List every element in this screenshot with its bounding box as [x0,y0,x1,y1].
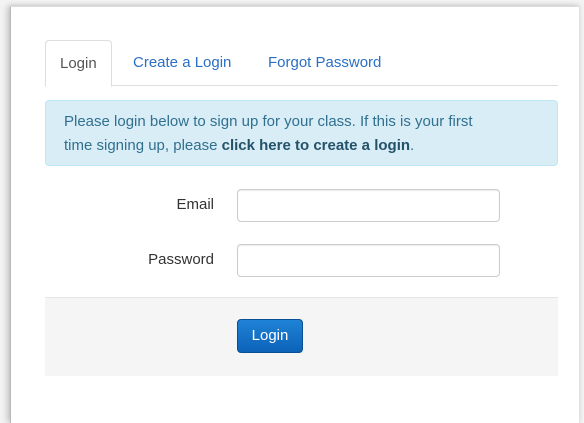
email-field[interactable] [237,189,500,222]
form-footer: Login [45,297,558,376]
tab-create-login[interactable]: Create a Login [133,40,231,86]
info-alert: Please login below to sign up for your c… [45,100,558,166]
login-button[interactable]: Login [237,319,303,353]
email-label: Email [176,196,214,213]
password-label: Password [148,251,214,268]
alert-line-2: time signing up, please click here to cr… [64,134,539,158]
create-login-link[interactable]: click here to create a login [222,137,410,154]
alert-line-1: Please login below to sign up for your c… [64,113,473,130]
tab-bar: Login Create a Login Forgot Password [45,40,558,87]
alert-line-2-suffix: . [410,137,415,154]
alert-line-2-prefix: time signing up, please [64,137,222,154]
tab-login[interactable]: Login [45,40,112,87]
login-panel: Login Create a Login Forgot Password Ple… [10,6,580,423]
tab-forgot-password[interactable]: Forgot Password [268,40,381,86]
password-field[interactable] [237,244,500,277]
